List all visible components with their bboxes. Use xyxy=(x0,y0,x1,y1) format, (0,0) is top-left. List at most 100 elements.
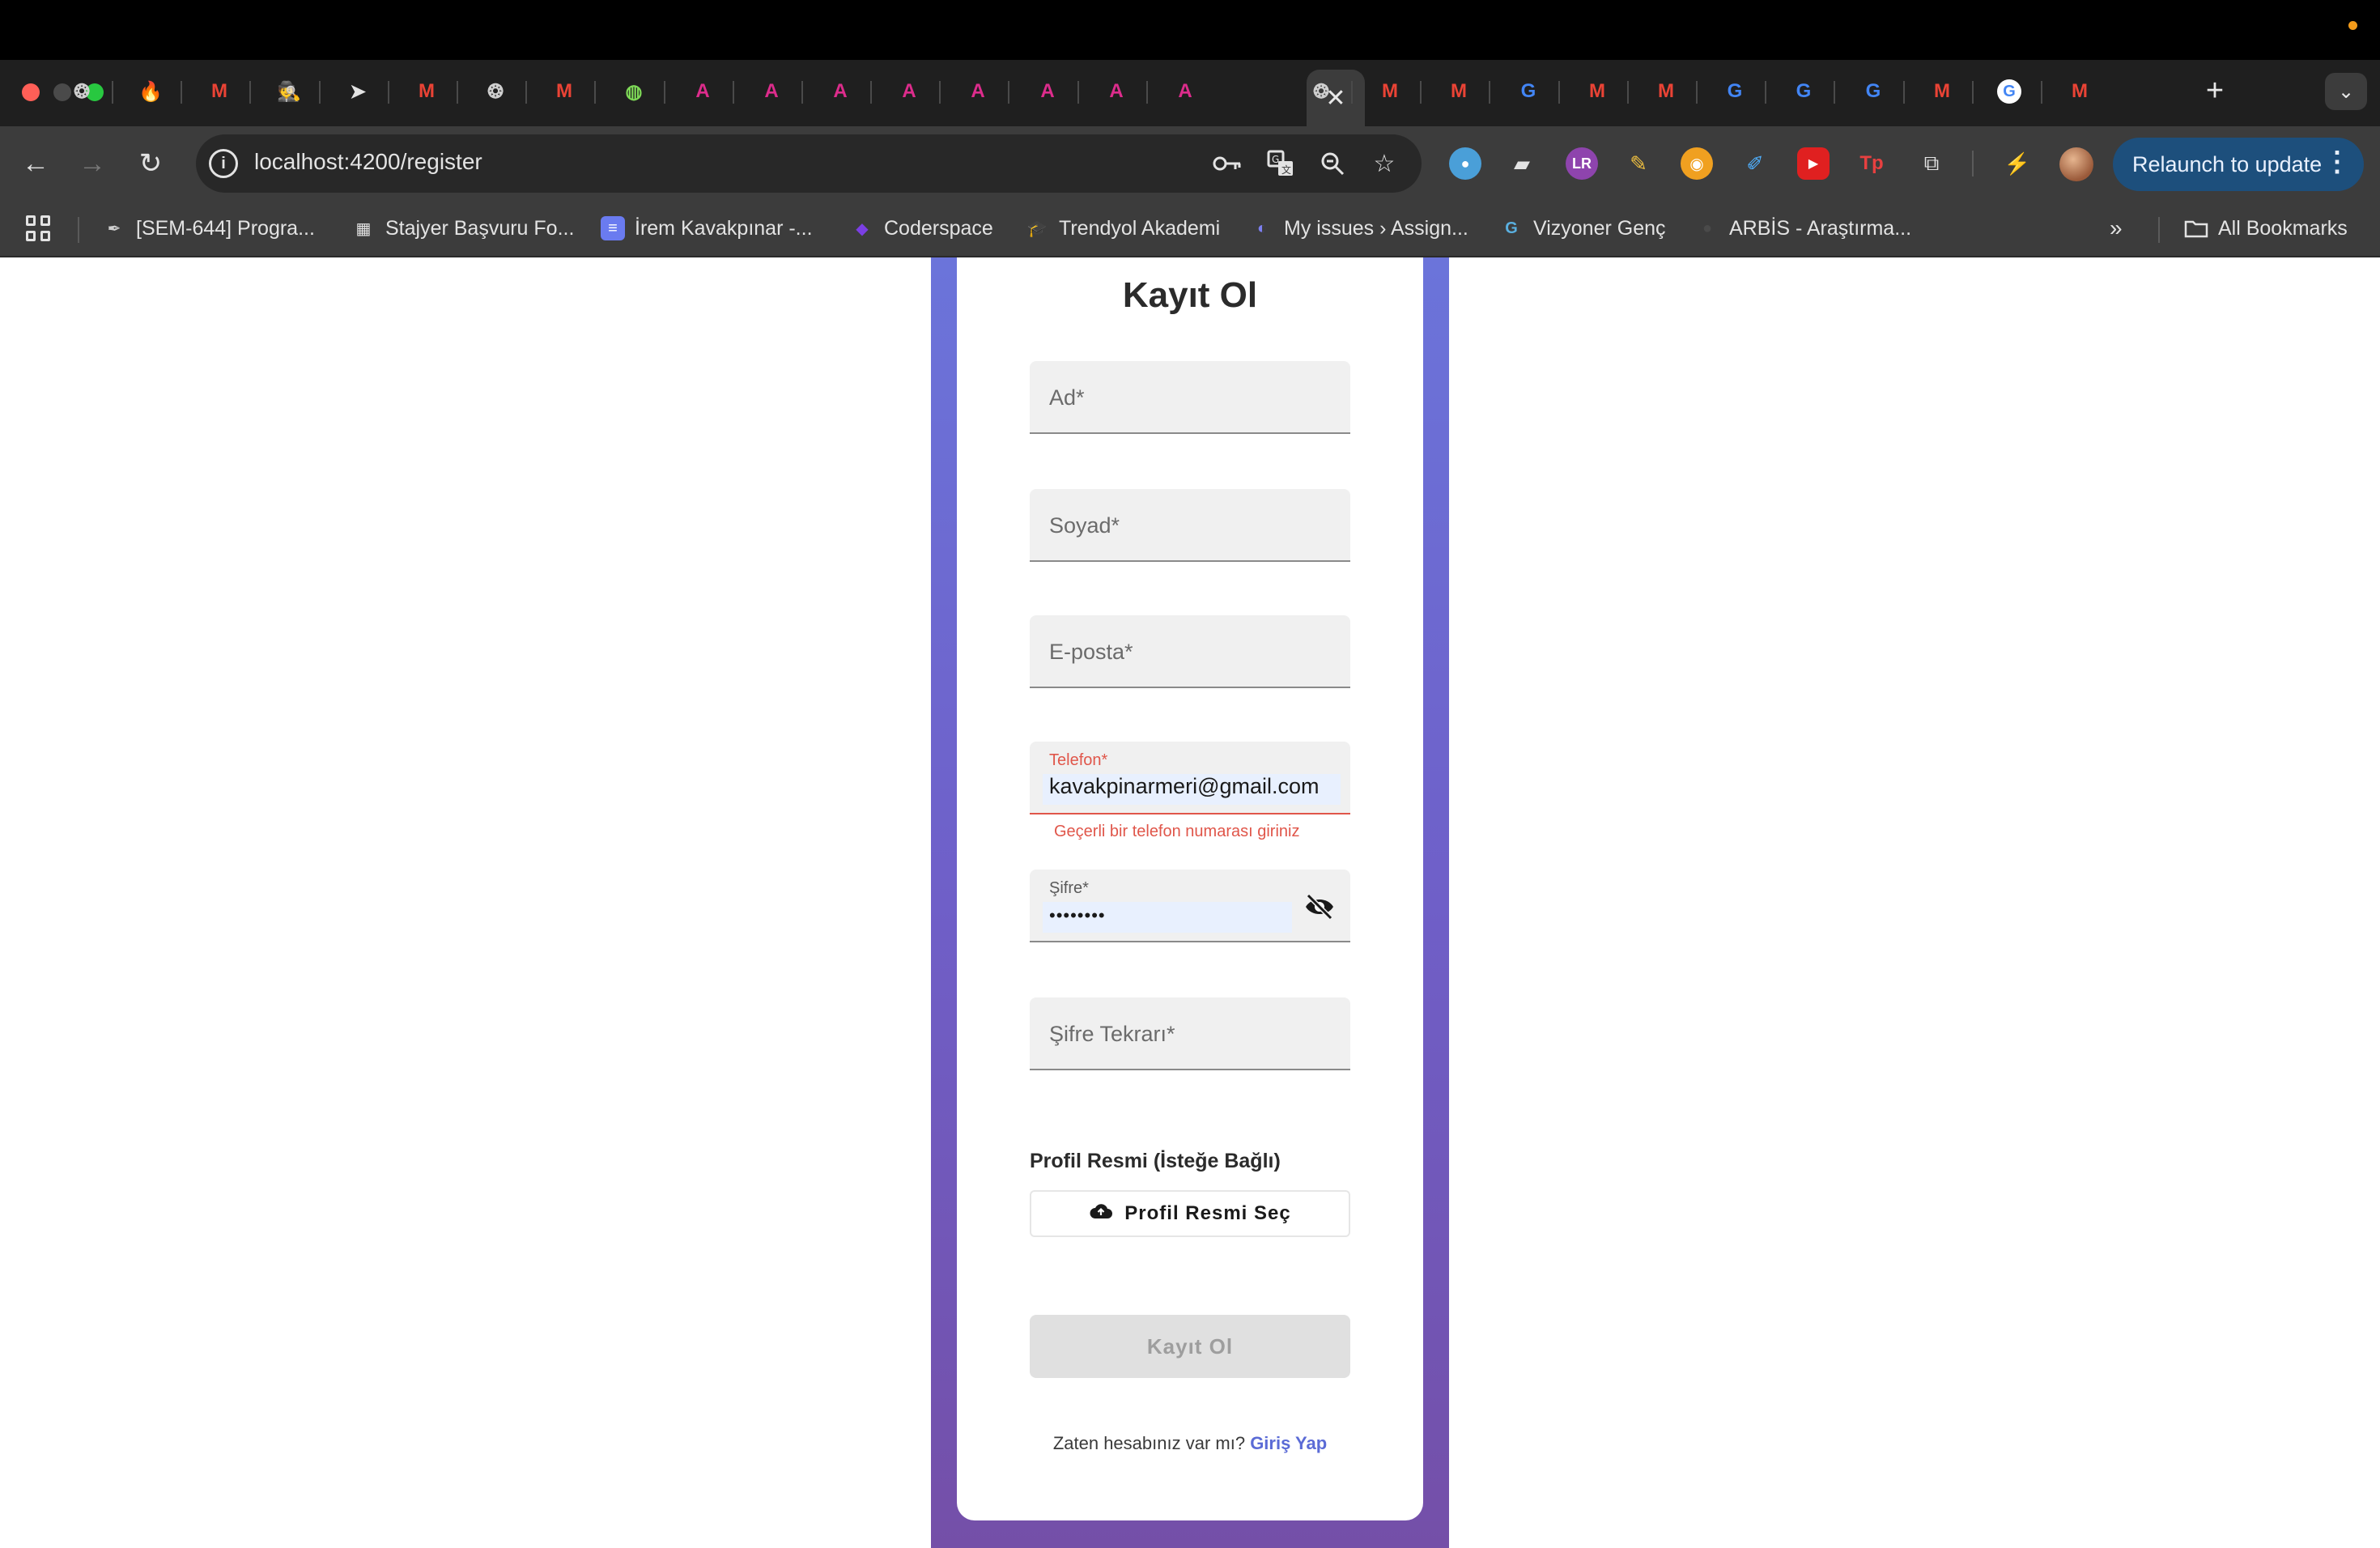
site-info-icon[interactable]: i xyxy=(209,149,238,178)
window-close-button[interactable] xyxy=(22,83,40,101)
reload-button[interactable]: ↻ xyxy=(130,142,172,185)
email-field[interactable]: E-posta* xyxy=(1030,615,1350,688)
tab-separator xyxy=(1558,81,1560,104)
extension-4-icon[interactable]: ◉ xyxy=(1681,147,1713,180)
angular-icon[interactable]: A xyxy=(1034,78,1061,105)
arrow-left-icon: ← xyxy=(22,147,49,179)
url-text[interactable]: localhost:4200/register xyxy=(254,149,482,175)
academy-icon: 🎓 xyxy=(1026,219,1048,238)
bookmark-item[interactable]: ◐ My issues › Assign... xyxy=(1250,212,1468,245)
angular-icon[interactable]: A xyxy=(758,78,785,105)
extension-tp-icon[interactable]: Tp xyxy=(1855,147,1888,180)
extension-lr-icon[interactable]: LR xyxy=(1566,147,1598,180)
more-bookmarks-button[interactable]: » xyxy=(2110,212,2123,245)
tab-separator xyxy=(1351,81,1353,104)
feather-icon: ✒ xyxy=(107,219,121,238)
bookmark-item[interactable]: G Vizyoner Genç xyxy=(1499,212,1665,245)
tab-separator xyxy=(1489,81,1490,104)
password-confirm-field[interactable]: Şifre Tekrarı* xyxy=(1030,997,1350,1070)
login-link[interactable]: Giriş Yap xyxy=(1250,1433,1327,1453)
angular-icon[interactable]: A xyxy=(1171,78,1199,105)
phone-field[interactable]: Telefon* kavakpinarmeri@gmail.com xyxy=(1030,742,1350,814)
chatgpt-icon[interactable]: ❂ xyxy=(1307,78,1335,105)
tab-separator xyxy=(249,81,251,104)
extension-2-icon[interactable]: ▰ xyxy=(1506,147,1538,180)
phone-label: Telefon* xyxy=(1049,751,1108,769)
bookmark-item[interactable]: ✒ [SEM-644] Progra... xyxy=(102,212,315,245)
extension-highlighter-icon[interactable]: ✎ xyxy=(1622,147,1655,180)
password-key-icon[interactable] xyxy=(1211,147,1243,180)
register-submit-button[interactable]: Kayıt Ol xyxy=(1030,1315,1350,1378)
tab-separator xyxy=(1077,81,1079,104)
password-confirm-placeholder: Şifre Tekrarı* xyxy=(1049,1022,1175,1046)
gmail-icon[interactable]: M xyxy=(206,78,233,105)
chevron-double-right-icon: » xyxy=(2110,215,2123,240)
gmail-icon[interactable]: M xyxy=(550,78,578,105)
bookmark-item[interactable]: ▦ Stajyer Başvuru Fo... xyxy=(351,212,575,245)
last-name-placeholder: Soyad* xyxy=(1049,513,1120,538)
profile-avatar[interactable] xyxy=(2059,147,2093,181)
google-icon[interactable]: G xyxy=(1859,78,1887,105)
angular-icon[interactable]: A xyxy=(1103,78,1130,105)
phone-value[interactable]: kavakpinarmeri@gmail.com xyxy=(1049,774,1320,799)
globe-icon[interactable]: ◍ xyxy=(620,78,648,105)
cube-icon: ▦ xyxy=(355,219,372,238)
bookmark-item[interactable]: ● ARBİS - Araştırma... xyxy=(1695,212,1911,245)
extension-youtube-icon[interactable]: ▶ xyxy=(1797,147,1830,180)
angular-icon[interactable]: A xyxy=(827,78,854,105)
tab-separator xyxy=(319,81,321,104)
doc-icon: ≡ xyxy=(601,216,625,240)
angular-icon[interactable]: A xyxy=(689,78,716,105)
tab-search-button[interactable]: ⌄ xyxy=(2325,73,2367,110)
profile-image-button-label: Profil Resmi Seç xyxy=(1124,1202,1291,1224)
zoom-icon[interactable] xyxy=(1316,147,1349,180)
bookmark-star-icon[interactable]: ☆ xyxy=(1368,147,1400,180)
profile-image-button[interactable]: Profil Resmi Seç xyxy=(1030,1190,1350,1237)
back-button[interactable]: ← xyxy=(15,142,57,185)
eye-off-icon[interactable] xyxy=(1303,891,1336,923)
bookmark-item[interactable]: 🎓 Trendyol Akademi xyxy=(1025,212,1221,245)
gmail-icon[interactable]: M xyxy=(1376,78,1404,105)
gmail-icon[interactable]: M xyxy=(2066,78,2093,105)
all-bookmarks-button[interactable]: All Bookmarks xyxy=(2184,212,2348,245)
chrome-google-icon[interactable]: G xyxy=(1997,79,2021,104)
bookmark-item[interactable]: ◆ Coderspace xyxy=(850,212,993,245)
gmail-icon[interactable]: M xyxy=(413,78,440,105)
gmail-icon[interactable]: M xyxy=(1583,78,1611,105)
relaunch-button[interactable]: Relaunch to update ⋮ xyxy=(2113,138,2364,191)
extension-1-icon[interactable]: ● xyxy=(1449,147,1481,180)
angular-icon[interactable]: A xyxy=(964,78,992,105)
forward-button[interactable]: → xyxy=(71,142,113,185)
password-field[interactable]: Şifre* •••••••• xyxy=(1030,870,1350,942)
send-icon[interactable]: ➤ xyxy=(344,78,372,105)
fire-icon[interactable]: 🔥 xyxy=(137,78,164,105)
tab-separator xyxy=(525,81,527,104)
new-tab-button[interactable]: + xyxy=(2199,74,2231,108)
arrow-right-icon: → xyxy=(79,147,106,179)
performance-icon[interactable]: ⚡ xyxy=(2001,147,2034,180)
extension-pen-icon[interactable]: ✐ xyxy=(1739,147,1771,180)
translate-icon[interactable]: G文 xyxy=(1264,147,1297,180)
more-menu-icon[interactable]: ⋮ xyxy=(2323,146,2351,178)
incognito-icon[interactable]: 🕵 xyxy=(275,78,303,105)
last-name-field[interactable]: Soyad* xyxy=(1030,489,1350,562)
password-value[interactable]: •••••••• xyxy=(1049,905,1106,926)
chatgpt-icon[interactable]: ❂ xyxy=(68,78,96,105)
google-icon[interactable]: G xyxy=(1790,78,1817,105)
svg-text:G: G xyxy=(1272,154,1279,165)
angular-icon[interactable]: A xyxy=(895,78,923,105)
linear-icon: ◐ xyxy=(1256,219,1268,237)
svg-text:文: 文 xyxy=(1281,164,1291,176)
gmail-icon[interactable]: M xyxy=(1652,78,1680,105)
bookmark-item[interactable]: ≡ İrem Kavakpınar -... xyxy=(601,212,813,245)
apps-grid-icon[interactable] xyxy=(26,215,52,241)
extensions-puzzle-icon[interactable]: ⧉ xyxy=(1915,147,1948,180)
chatgpt-icon[interactable]: ❂ xyxy=(482,78,509,105)
tab-separator xyxy=(594,81,596,104)
gmail-icon[interactable]: M xyxy=(1445,78,1473,105)
first-name-field[interactable]: Ad* xyxy=(1030,361,1350,434)
google-icon[interactable]: G xyxy=(1721,78,1749,105)
gmail-icon[interactable]: M xyxy=(1928,78,1956,105)
first-name-placeholder: Ad* xyxy=(1049,385,1085,410)
google-icon[interactable]: G xyxy=(1515,78,1542,105)
